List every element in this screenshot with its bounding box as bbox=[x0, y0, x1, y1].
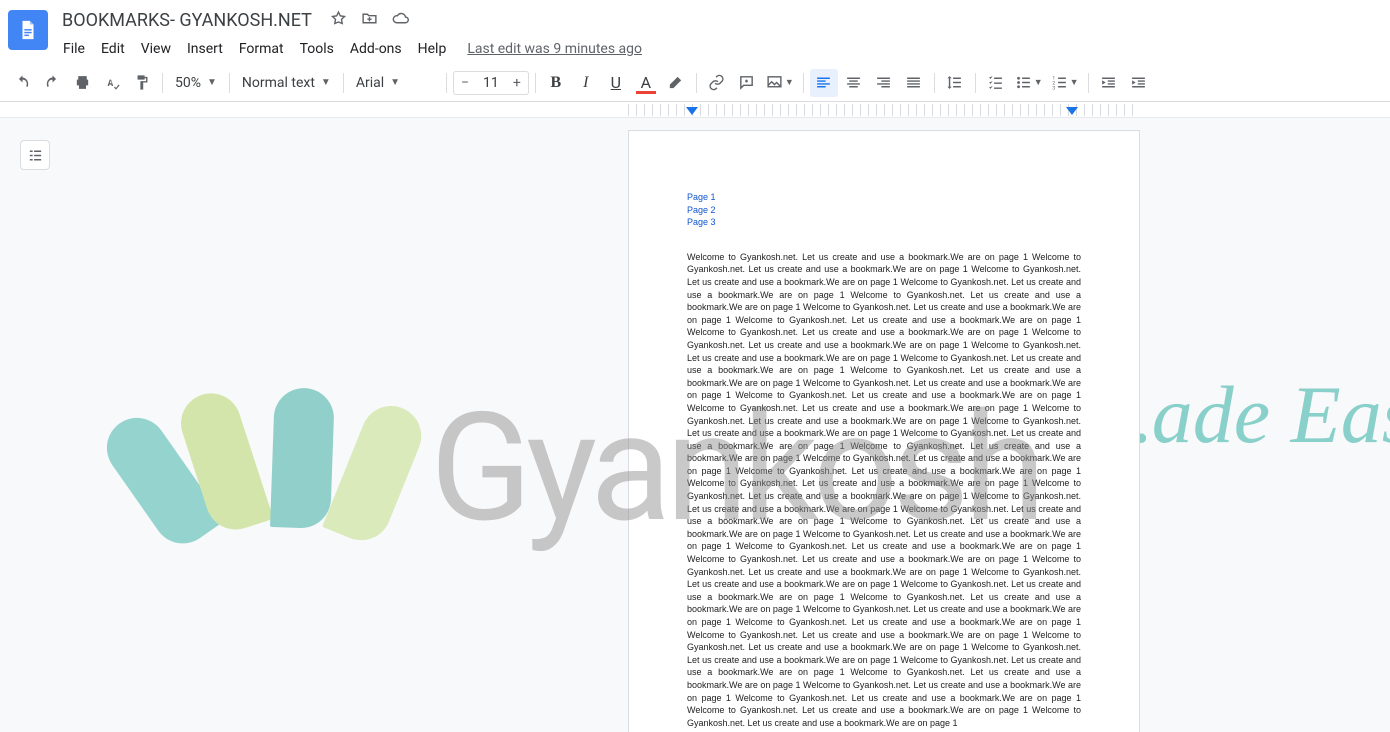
indent-marker-left[interactable] bbox=[686, 107, 698, 115]
document-title[interactable]: BOOKMARKS- GYANKOSH.NET bbox=[56, 8, 318, 33]
menu-tools[interactable]: Tools bbox=[293, 37, 341, 61]
underline-button[interactable]: U bbox=[602, 69, 630, 97]
cloud-status-icon[interactable] bbox=[392, 10, 409, 31]
zoom-value: 50% bbox=[175, 75, 201, 91]
font-size-decrease[interactable]: − bbox=[454, 75, 476, 91]
menu-format[interactable]: Format bbox=[232, 37, 291, 61]
font-value: Arial bbox=[356, 75, 384, 91]
watermark-logo bbox=[160, 358, 420, 578]
highlight-button[interactable] bbox=[662, 69, 690, 97]
chevron-down-icon: ▼ bbox=[785, 77, 794, 88]
align-right-button[interactable] bbox=[870, 69, 898, 97]
toc-link[interactable]: Page 1 bbox=[687, 191, 1081, 204]
bulleted-list-button[interactable]: ▼ bbox=[1012, 69, 1046, 97]
toc-link[interactable]: Page 2 bbox=[687, 204, 1081, 217]
ruler[interactable] bbox=[0, 102, 1390, 118]
zoom-combo[interactable]: 50% ▼ bbox=[169, 69, 223, 97]
align-center-button[interactable] bbox=[840, 69, 868, 97]
font-size-input[interactable]: 11 bbox=[476, 75, 506, 91]
move-icon[interactable] bbox=[361, 10, 378, 31]
align-left-button[interactable] bbox=[810, 69, 838, 97]
spellcheck-button[interactable] bbox=[98, 69, 126, 97]
chevron-down-icon: ▼ bbox=[207, 77, 217, 88]
checklist-button[interactable] bbox=[982, 69, 1010, 97]
italic-button[interactable]: I bbox=[572, 69, 600, 97]
document-page[interactable]: Page 1Page 2Page 3 Welcome to Gyankosh.n… bbox=[628, 130, 1140, 732]
docs-logo[interactable] bbox=[8, 10, 48, 50]
document-body-text[interactable]: Welcome to Gyankosh.net. Let us create a… bbox=[687, 251, 1081, 730]
font-combo[interactable]: Arial ▼ bbox=[350, 69, 440, 97]
menu-view[interactable]: View bbox=[134, 37, 178, 61]
menu-insert[interactable]: Insert bbox=[180, 37, 230, 61]
last-edit-link[interactable]: Last edit was 9 minutes ago bbox=[467, 41, 642, 57]
font-size-increase[interactable]: + bbox=[506, 75, 528, 91]
svg-text:3: 3 bbox=[1052, 86, 1055, 91]
font-size-group: − 11 + bbox=[453, 71, 529, 95]
chevron-down-icon: ▼ bbox=[390, 77, 400, 88]
chevron-down-icon: ▼ bbox=[1070, 77, 1079, 88]
redo-button[interactable] bbox=[38, 69, 66, 97]
document-canvas[interactable]: Gyankosh …ade Easy Page 1Page 2Page 3 We… bbox=[0, 118, 1390, 732]
link-button[interactable] bbox=[703, 69, 731, 97]
undo-button[interactable] bbox=[8, 69, 36, 97]
image-button[interactable]: ▼ bbox=[763, 69, 797, 97]
star-icon[interactable] bbox=[330, 10, 347, 31]
style-combo[interactable]: Normal text ▼ bbox=[236, 69, 337, 97]
toolbar: 50%▼ Normal text▼ Arial▼ − 11 + B I U A … bbox=[0, 64, 1390, 102]
comment-button[interactable] bbox=[733, 69, 761, 97]
chevron-down-icon: ▼ bbox=[321, 77, 331, 88]
line-spacing-button[interactable] bbox=[941, 69, 969, 97]
style-value: Normal text bbox=[242, 75, 315, 91]
text-color-button[interactable]: A bbox=[632, 69, 660, 97]
paint-format-button[interactable] bbox=[128, 69, 156, 97]
menu-file[interactable]: File bbox=[56, 37, 92, 61]
menu-help[interactable]: Help bbox=[411, 37, 454, 61]
outline-toggle-button[interactable] bbox=[20, 140, 50, 170]
indent-marker-right[interactable] bbox=[1066, 107, 1078, 115]
menu-add-ons[interactable]: Add-ons bbox=[343, 37, 409, 61]
align-justify-button[interactable] bbox=[900, 69, 928, 97]
chevron-down-icon: ▼ bbox=[1034, 77, 1043, 88]
bold-button[interactable]: B bbox=[542, 69, 570, 97]
toc-link[interactable]: Page 3 bbox=[687, 216, 1081, 229]
decrease-indent-button[interactable] bbox=[1095, 69, 1123, 97]
print-button[interactable] bbox=[68, 69, 96, 97]
menu-edit[interactable]: Edit bbox=[94, 37, 132, 61]
menu-bar: FileEditViewInsertFormatToolsAdd-onsHelp… bbox=[56, 37, 1382, 61]
increase-indent-button[interactable] bbox=[1125, 69, 1153, 97]
numbered-list-button[interactable]: 123▼ bbox=[1048, 69, 1082, 97]
